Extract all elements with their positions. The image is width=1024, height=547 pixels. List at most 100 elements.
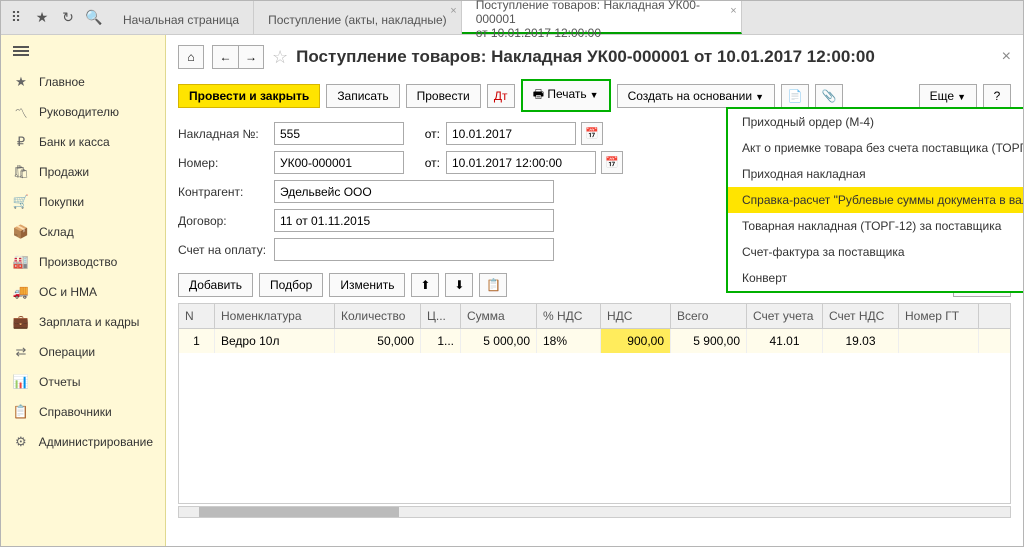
- col-vat-account[interactable]: Счет НДС: [823, 304, 899, 328]
- close-icon[interactable]: ×: [450, 5, 456, 17]
- sidebar-item-admin[interactable]: ⚙ Администрирование: [1, 427, 165, 457]
- tab-home[interactable]: Начальная страница: [109, 1, 254, 34]
- sidebar-item-production[interactable]: 🏭Производство: [1, 247, 165, 277]
- col-n[interactable]: N: [179, 304, 215, 328]
- calendar-icon[interactable]: 📅: [581, 122, 603, 145]
- tab-document[interactable]: Поступление товаров: Накладная УК00-0000…: [462, 1, 742, 34]
- col-gtd[interactable]: Номер ГТ: [899, 304, 979, 328]
- dd-item-invoice[interactable]: Счет-фактура за поставщика: [728, 239, 1023, 265]
- attach-button[interactable]: 📎: [815, 84, 843, 108]
- move-down-button[interactable]: ⬇: [445, 273, 473, 297]
- print-label: Печать: [547, 87, 586, 101]
- print-button[interactable]: 🖶 Печать▼: [521, 79, 611, 112]
- invoice-pay-input[interactable]: [274, 238, 554, 261]
- factory-icon: 🏭: [13, 254, 29, 270]
- sidebar-item-payroll[interactable]: 💼Зарплата и кадры: [1, 307, 165, 337]
- post-button[interactable]: Провести: [406, 84, 481, 108]
- invoice-input[interactable]: [274, 122, 404, 145]
- sidebar-item-label: Руководителю: [39, 105, 119, 119]
- col-account[interactable]: Счет учета: [747, 304, 823, 328]
- table-row[interactable]: 1 Ведро 10л 50,000 1... 5 000,00 18% 900…: [179, 329, 1010, 353]
- sidebar-item-bank[interactable]: ₽Банк и касса: [1, 127, 165, 157]
- sidebar-item-label: Покупки: [39, 195, 84, 209]
- sidebar-item-label: Администрирование: [39, 435, 153, 449]
- app-window: ⠿ ★ ↻ 🔍 Начальная страница Поступление (…: [0, 0, 1024, 547]
- copy-button[interactable]: 📋: [479, 273, 507, 297]
- forward-button[interactable]: →: [238, 45, 264, 69]
- sidebar-item-main[interactable]: ★Главное: [1, 67, 165, 97]
- create-based-button[interactable]: Создать на основании▼: [617, 84, 775, 108]
- back-button[interactable]: ←: [212, 45, 238, 69]
- counterparty-label: Контрагент:: [178, 185, 268, 199]
- horizontal-scrollbar[interactable]: [178, 506, 1011, 518]
- favorite-icon[interactable]: ☆: [272, 47, 288, 68]
- cell-total: 5 900,00: [671, 329, 747, 353]
- workarea: ⌂ ← → ☆ Поступление товаров: Накладная У…: [166, 35, 1023, 546]
- calendar-icon[interactable]: 📅: [601, 151, 623, 174]
- sidebar-item-catalogs[interactable]: 📋Справочники: [1, 397, 165, 427]
- col-nom[interactable]: Номенклатура: [215, 304, 335, 328]
- col-vat[interactable]: НДС: [601, 304, 671, 328]
- gear-icon: ⚙: [13, 434, 29, 450]
- sidebar-item-sales[interactable]: 🛍Продажи: [1, 157, 165, 187]
- box-icon: 📦: [13, 224, 29, 240]
- col-total[interactable]: Всего: [671, 304, 747, 328]
- star-icon[interactable]: ★: [33, 9, 51, 27]
- edit-button[interactable]: Изменить: [329, 273, 405, 297]
- save-button[interactable]: Записать: [326, 84, 399, 108]
- history-icon[interactable]: ↻: [59, 9, 77, 27]
- sidebar-item-warehouse[interactable]: 📦Склад: [1, 217, 165, 247]
- post-close-button[interactable]: Провести и закрыть: [178, 84, 320, 108]
- cell-vat-pct: 18%: [537, 329, 601, 353]
- number-input[interactable]: [274, 151, 404, 174]
- sidebar-item-purchases[interactable]: 🛒Покупки: [1, 187, 165, 217]
- sidebar-item-manager[interactable]: 〽Руководителю: [1, 97, 165, 127]
- select-button[interactable]: Подбор: [259, 273, 323, 297]
- col-price[interactable]: Ц...: [421, 304, 461, 328]
- number-label: Номер:: [178, 156, 268, 170]
- tab-receipts[interactable]: Поступление (акты, накладные) ×: [254, 1, 462, 34]
- invoice-date[interactable]: [446, 122, 576, 145]
- main: ★Главное 〽Руководителю ₽Банк и касса 🛍Пр…: [1, 35, 1023, 546]
- files-button[interactable]: 📄: [781, 84, 809, 108]
- menu-icon[interactable]: [1, 35, 165, 67]
- dd-item-envelope[interactable]: Конверт: [728, 265, 1023, 291]
- contract-input[interactable]: [274, 209, 554, 232]
- move-up-button[interactable]: ⬆: [411, 273, 439, 297]
- grid-empty: [179, 353, 1010, 503]
- col-sum[interactable]: Сумма: [461, 304, 537, 328]
- sidebar-item-reports[interactable]: 📊Отчеты: [1, 367, 165, 397]
- tabs: Начальная страница Поступление (акты, на…: [109, 1, 1023, 34]
- cell-vat: 900,00: [601, 329, 671, 353]
- dt-kt-button[interactable]: Дт: [487, 84, 515, 108]
- close-icon[interactable]: ×: [730, 5, 736, 17]
- sidebar-item-assets[interactable]: 🚚ОС и НМА: [1, 277, 165, 307]
- home-button[interactable]: ⌂: [178, 45, 204, 69]
- number-date[interactable]: [446, 151, 596, 174]
- items-grid: N Номенклатура Количество Ц... Сумма % Н…: [178, 303, 1011, 504]
- dd-item-m4[interactable]: Приходный ордер (М-4): [728, 109, 1023, 135]
- dd-item-torg4[interactable]: Акт о приемке товара без счета поставщик…: [728, 135, 1023, 161]
- sidebar: ★Главное 〽Руководителю ₽Банк и касса 🛍Пр…: [1, 35, 166, 546]
- sidebar-item-label: Справочники: [39, 405, 112, 419]
- close-icon[interactable]: ×: [1002, 48, 1011, 66]
- page-title: Поступление товаров: Накладная УК00-0000…: [296, 47, 994, 67]
- col-vat-pct[interactable]: % НДС: [537, 304, 601, 328]
- contract-label: Договор:: [178, 214, 268, 228]
- truck-icon: 🚚: [13, 284, 29, 300]
- sidebar-item-operations[interactable]: ⇄Операции: [1, 337, 165, 367]
- search-icon[interactable]: 🔍: [85, 9, 103, 27]
- more-button[interactable]: Еще▼: [919, 84, 977, 108]
- col-qty[interactable]: Количество: [335, 304, 421, 328]
- dd-item-receipt[interactable]: Приходная накладная: [728, 161, 1023, 187]
- scrollbar-thumb[interactable]: [199, 507, 399, 517]
- ops-icon: ⇄: [13, 344, 29, 360]
- star-icon: ★: [13, 74, 29, 90]
- dd-item-currency[interactable]: Справка-расчет "Рублевые суммы документа…: [728, 187, 1023, 213]
- apps-icon[interactable]: ⠿: [7, 9, 25, 27]
- dd-item-torg12[interactable]: Товарная накладная (ТОРГ-12) за поставщи…: [728, 213, 1023, 239]
- add-button[interactable]: Добавить: [178, 273, 253, 297]
- help-button[interactable]: ?: [983, 84, 1011, 108]
- cell-gtd: [899, 329, 979, 353]
- counterparty-input[interactable]: [274, 180, 554, 203]
